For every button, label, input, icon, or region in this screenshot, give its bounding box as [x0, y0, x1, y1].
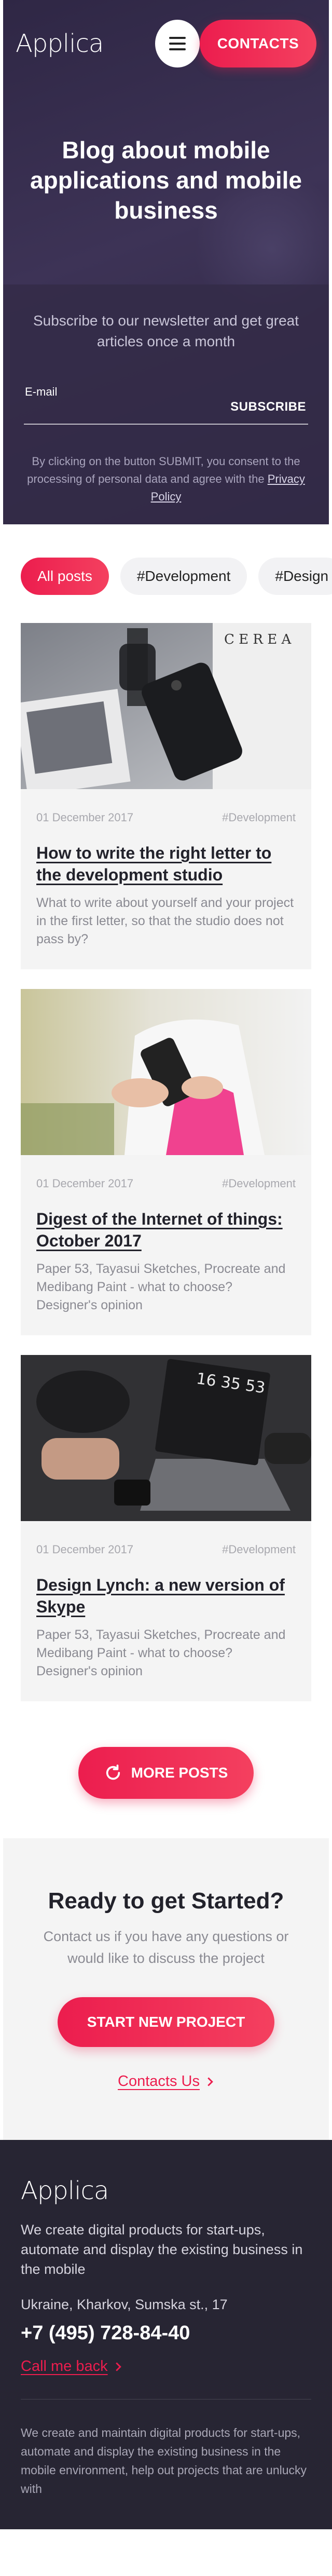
hamburger-icon-line — [169, 43, 186, 45]
post-description: Paper 53, Tayasui Sketches, Procreate an… — [36, 1628, 286, 1678]
post-date: 01 December 2017 — [36, 1177, 134, 1190]
footer-address: Ukraine, Kharkov, Sumska st., 17 — [21, 2297, 228, 2312]
hamburger-icon — [169, 37, 186, 39]
top-bar: Applica CONTACTS — [16, 19, 316, 69]
post-image-art: C E R E A — [21, 623, 311, 789]
post-image-art: 16 35 53 — [21, 1355, 311, 1521]
post-meta: 01 December 2017 #Development — [36, 811, 296, 824]
post-title[interactable]: How to write the right letter to the dev… — [36, 842, 296, 886]
start-new-project-button[interactable]: START NEW PROJECT — [58, 1997, 274, 2047]
contacts-us-link[interactable]: Contacts Us — [118, 2073, 214, 2090]
post-body: 01 December 2017 #Development Digest of … — [21, 1155, 311, 1335]
email-field[interactable] — [24, 399, 221, 422]
post-title[interactable]: Design Lynch: a new version of Skype — [36, 1574, 296, 1618]
post-meta: 01 December 2017 #Development — [36, 1543, 296, 1556]
posts-list: C E R E A 01 December 2017 #Development … — [0, 623, 332, 1701]
hero-section: Applica CONTACTS Blog about mobile appli… — [3, 0, 329, 524]
post-card[interactable]: C E R E A 01 December 2017 #Development … — [21, 623, 311, 969]
post-description: What to write about yourself and your pr… — [36, 896, 294, 946]
cta-title: Ready to get Started? — [48, 1888, 284, 1914]
chevron-right-icon — [208, 2077, 213, 2086]
consent-note: By clicking on the button SUBMIT, you co… — [24, 453, 308, 506]
post-image[interactable]: C E R E A — [21, 623, 311, 789]
post-image[interactable] — [21, 989, 311, 1155]
post-body: 01 December 2017 #Development Design Lyn… — [21, 1521, 311, 1701]
refresh-icon — [106, 1764, 120, 1780]
subscribe-button[interactable]: SUBSCRIBE — [230, 400, 306, 414]
post-description: Paper 53, Tayasui Sketches, Procreate an… — [36, 1262, 286, 1312]
newsletter-text: Subscribe to our newsletter and get grea… — [33, 313, 299, 349]
email-form-row: E-mail SUBSCRIBE — [24, 385, 308, 425]
more-posts-wrap: MORE POSTS — [0, 1721, 332, 1838]
footer-text: We create digital products for start-ups… — [21, 2222, 303, 2277]
post-image[interactable]: 16 35 53 — [21, 1355, 311, 1521]
post-card[interactable]: 01 December 2017 #Development Digest of … — [21, 989, 311, 1335]
chevron-right-icon — [115, 2362, 121, 2371]
hamburger-icon-line — [169, 48, 186, 50]
tag-design[interactable]: #Design — [258, 558, 332, 595]
tag-all-posts[interactable]: All posts — [21, 558, 109, 595]
post-meta: 01 December 2017 #Development — [36, 1177, 296, 1190]
more-posts-label: MORE POSTS — [131, 1765, 228, 1781]
tag-filter: All posts #Development #Design — [0, 524, 332, 623]
contacts-button[interactable]: CONTACTS — [199, 20, 316, 67]
page-title: Blog about mobile applications and mobil… — [30, 137, 302, 224]
post-card[interactable]: 16 35 53 01 December 2017 #Development D… — [21, 1355, 311, 1701]
footer-phone[interactable]: +7 (495) 728-84-40 — [21, 2322, 311, 2344]
email-label: E-mail — [25, 385, 58, 398]
post-tag[interactable]: #Development — [222, 811, 296, 824]
post-date: 01 December 2017 — [36, 811, 134, 824]
post-tag[interactable]: #Development — [222, 1177, 296, 1190]
contacts-us-label: Contacts Us — [118, 2073, 200, 2090]
footer: Applica We create digital products for s… — [0, 2140, 332, 2529]
post-image-text: C E R E A — [224, 632, 292, 647]
newsletter-form: Subscribe to our newsletter and get grea… — [3, 284, 329, 524]
post-tag[interactable]: #Development — [222, 1543, 296, 1556]
more-posts-button[interactable]: MORE POSTS — [78, 1747, 254, 1799]
tag-development[interactable]: #Development — [120, 558, 247, 595]
footer-bottom-text: We create and maintain digital products … — [21, 2426, 307, 2496]
menu-button[interactable] — [155, 20, 200, 67]
consent-text: By clicking on the button SUBMIT, you co… — [27, 455, 300, 485]
post-date: 01 December 2017 — [36, 1543, 134, 1556]
call-me-back-label: Call me back — [21, 2358, 108, 2375]
cta-text: Contact us if you have any questions or … — [43, 1929, 289, 1966]
post-image-art — [21, 989, 311, 1155]
post-title[interactable]: Digest of the Internet of things: Octobe… — [36, 1208, 296, 1252]
post-body: 01 December 2017 #Development How to wri… — [21, 789, 311, 969]
footer-logo[interactable]: Applica — [21, 2176, 311, 2205]
call-me-back-link[interactable]: Call me back — [21, 2358, 122, 2375]
logo[interactable]: Applica — [16, 29, 104, 58]
cta-section: Ready to get Started? Contact us if you … — [3, 1838, 329, 2140]
